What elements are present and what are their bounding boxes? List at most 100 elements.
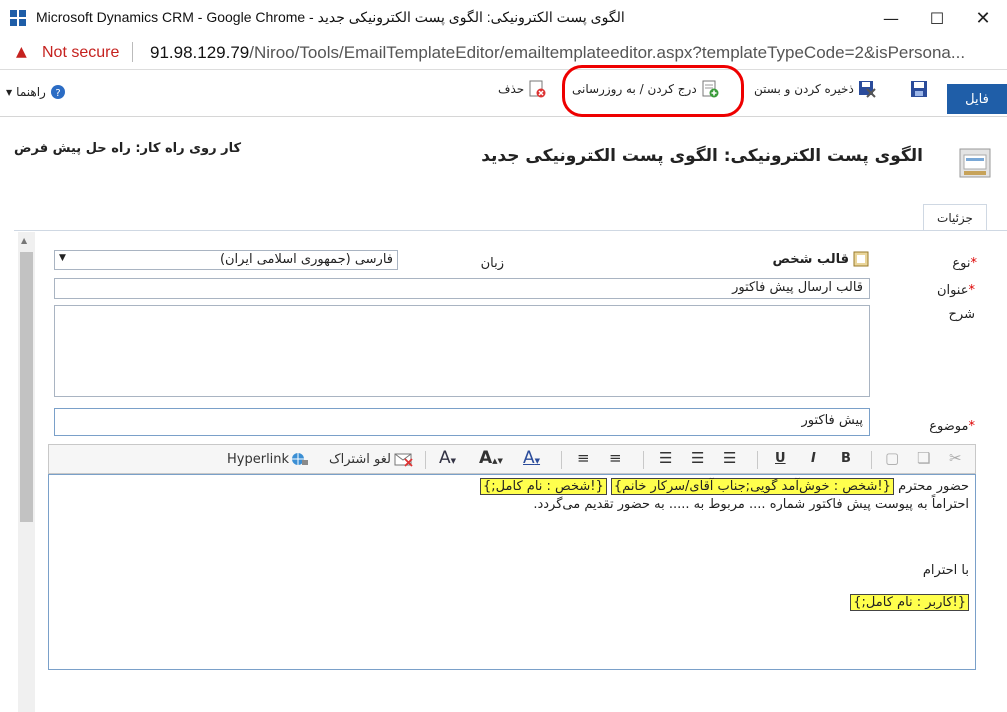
greeting-text: حضور محترم (898, 479, 969, 494)
title-input-value: قالب ارسال پیش فاکتور (732, 280, 863, 295)
save-icon (911, 81, 927, 97)
type-value-text: قالب شخص (772, 251, 849, 267)
align-right-icon[interactable]: ☰ (723, 449, 736, 467)
bold-button[interactable]: B (841, 451, 851, 466)
template-type-icon (853, 251, 869, 267)
windows-logo-icon (10, 10, 26, 26)
underline-button[interactable]: U (775, 451, 786, 466)
highlight-button[interactable]: A▼ (523, 448, 540, 468)
closing-line: با احترام (922, 563, 969, 578)
chevron-down-icon: ▲▼ (492, 457, 503, 465)
window-title: Microsoft Dynamics CRM - Google Chrome -… (36, 9, 625, 25)
address-bar[interactable]: ▲ Not secure 91.98.129.79/Niroo/Tools/Em… (0, 36, 1007, 70)
globe-link-icon (292, 453, 309, 465)
type-label: *نوع (952, 256, 977, 271)
title-label: *عنوان (937, 283, 975, 298)
url-host: 91.98.129.79 (150, 43, 250, 62)
toolbar-separator (643, 451, 644, 469)
type-required-mark: * (970, 256, 978, 271)
toolbar-separator (425, 451, 426, 469)
help-button[interactable]: ? راهنما ▼ (6, 84, 66, 100)
font-color-glyph: A (439, 448, 451, 468)
unsubscribe-button[interactable]: لغو اشتراک (329, 451, 413, 467)
maximize-icon[interactable]: ☐ (914, 0, 960, 36)
save-close-button[interactable]: ذخیره کردن و بستن (754, 80, 876, 98)
indent-decrease-icon[interactable]: ≡ (609, 449, 622, 467)
unsubscribe-icon (394, 453, 413, 467)
annotation-highlight (562, 65, 744, 117)
description-label: شرح (948, 307, 975, 322)
font-color-button[interactable]: A▼ (439, 448, 456, 468)
font-size-button[interactable]: A▲▼ (479, 448, 503, 468)
salutation-tag[interactable]: {!شخص : خوش‌آمد گویی;جناب آقای/سرکار خان… (610, 478, 894, 495)
tab-details[interactable]: جزئیات (923, 204, 987, 231)
fullname-tag[interactable]: {!شخص : نام کامل;} (480, 478, 607, 495)
page-title: الگوی پست الکترونیکی: الگوی پست الکترونی… (481, 146, 923, 166)
align-center-icon[interactable]: ☰ (691, 449, 704, 467)
minimize-icon[interactable]: — (868, 0, 914, 36)
user-tag-line: {!کاربر : نام کامل;} (850, 594, 969, 611)
save-close-label: ذخیره کردن و بستن (754, 82, 854, 96)
title-input[interactable]: قالب ارسال پیش فاکتور (54, 278, 870, 299)
greeting-line: حضور محترم {!شخص : خوش‌آمد گویی;جناب آقا… (480, 478, 969, 495)
unsubscribe-label: لغو اشتراک (329, 451, 391, 467)
delete-icon (529, 80, 546, 98)
hyperlink-label: Hyperlink (227, 451, 290, 467)
warning-icon: ▲ (16, 44, 27, 60)
save-close-icon (858, 81, 876, 98)
chevron-down-icon: ▼ (6, 87, 13, 97)
close-icon[interactable]: ✕ (960, 0, 1006, 36)
copy-icon[interactable]: ❏ (917, 449, 930, 467)
chevron-down-icon: ▼ (534, 457, 541, 465)
save-button[interactable] (910, 80, 928, 98)
indent-increase-icon[interactable]: ≡ (577, 449, 590, 467)
email-body-editor[interactable]: حضور محترم {!شخص : خوش‌آمد گویی;جناب آقا… (48, 474, 976, 670)
security-label[interactable]: Not secure (42, 44, 119, 62)
file-tab[interactable]: فایل (947, 84, 1007, 114)
italic-button[interactable]: I (811, 451, 816, 466)
delete-label: حذف (498, 82, 525, 96)
title-label-text: عنوان (936, 283, 969, 298)
subject-input-value: پیش فاکتور (801, 413, 863, 428)
delete-button[interactable]: حذف (498, 80, 546, 98)
scroll-up-icon[interactable]: ▲ (21, 236, 27, 245)
toolbar-separator (561, 451, 562, 469)
align-left-icon[interactable]: ☰ (659, 449, 672, 467)
chevron-down-icon: ▼ (59, 253, 66, 263)
type-label-text: نوع (952, 256, 971, 271)
hyperlink-button[interactable]: Hyperlink (227, 451, 309, 467)
toolbar-separator (871, 451, 872, 469)
help-icon: ? (50, 85, 65, 99)
working-on-label: کار روی راه کار: راه حل پیش فرض (14, 141, 242, 156)
chevron-down-icon: ▼ (450, 457, 457, 465)
subject-label: *موضوع (929, 419, 975, 434)
toolbar-separator (757, 451, 758, 469)
font-size-glyph: A (479, 448, 493, 468)
language-value: فارسی (جمهوری اسلامی ایران) (219, 252, 393, 267)
address-separator (132, 42, 133, 62)
email-template-icon (959, 148, 991, 178)
vertical-scrollbar[interactable]: ▲ (18, 232, 35, 712)
ribbon: فایل ذخیره کردن و بستن درج کردن / به روز… (0, 70, 1007, 117)
language-select[interactable]: فارسی (جمهوری اسلامی ایران) ▼ (54, 250, 398, 270)
help-label: راهنما (16, 85, 46, 99)
url-path: /Niroo/Tools/EmailTemplateEditor/emailte… (249, 43, 966, 62)
title-required-mark: * (968, 283, 976, 298)
subject-required-mark: * (968, 419, 976, 434)
language-label: زبان (480, 256, 504, 271)
cut-icon[interactable]: ✂ (949, 449, 962, 467)
type-value: قالب شخص (773, 251, 869, 267)
description-textarea[interactable] (54, 305, 870, 397)
tab-divider (14, 230, 1007, 231)
subject-input[interactable]: پیش فاکتور (54, 408, 870, 436)
paste-icon[interactable]: ▢ (885, 449, 899, 467)
highlight-glyph: A (523, 448, 535, 468)
subject-label-text: موضوع (929, 419, 969, 434)
title-bar: Microsoft Dynamics CRM - Google Chrome -… (0, 0, 1007, 37)
body-line: احتراماً به پیوست پیش فاکتور شماره .... … (533, 497, 969, 512)
user-fullname-tag[interactable]: {!کاربر : نام کامل;} (850, 594, 969, 611)
editor-toolbar: Hyperlink لغو اشتراک A▼ A▲▼ A▼ ≡ ≡ ☰ ☰ ☰… (48, 444, 976, 474)
scrollbar-thumb[interactable] (20, 252, 33, 522)
url-text[interactable]: 91.98.129.79/Niroo/Tools/EmailTemplateEd… (150, 43, 965, 63)
svg-text:?: ? (55, 88, 60, 99)
